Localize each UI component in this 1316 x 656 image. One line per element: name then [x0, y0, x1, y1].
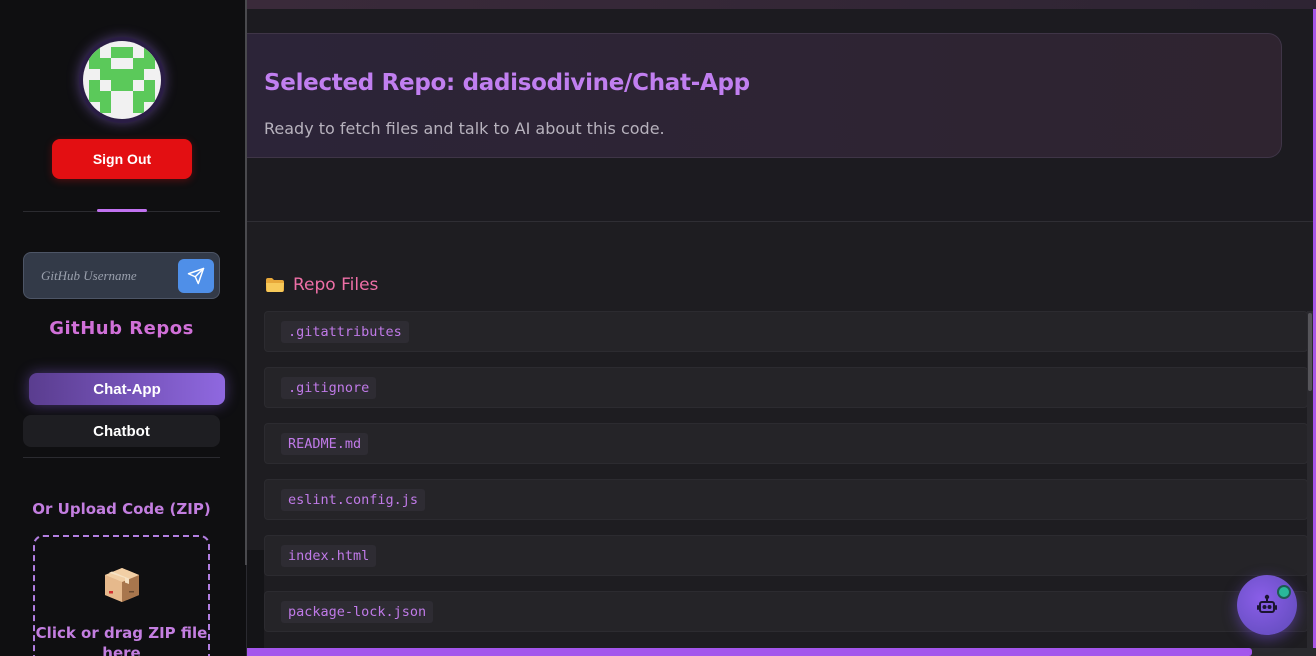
file-name: index.html [281, 545, 377, 567]
robot-icon [1257, 594, 1277, 613]
divider [23, 457, 220, 458]
repo-files-title: Repo Files [293, 275, 379, 295]
horizontal-scroll-thumb[interactable] [247, 648, 1252, 656]
file-name: .gitignore [281, 377, 377, 399]
file-item[interactable]: eslint.config.js [264, 479, 1308, 520]
folder-icon [266, 278, 284, 292]
github-username-input[interactable] [34, 261, 174, 291]
divider-accent [97, 209, 147, 212]
repo-item-chatbot[interactable]: Chatbot [23, 415, 220, 447]
dropzone-text: Click or drag ZIP file here [35, 624, 208, 656]
file-name: eslint.config.js [281, 489, 426, 511]
file-list-scroll-thumb[interactable] [1308, 313, 1312, 391]
file-list: .gitattributes .gitignore README.md esli… [264, 311, 1308, 656]
file-item[interactable]: index.html [264, 535, 1308, 576]
file-item[interactable]: README.md [264, 423, 1308, 464]
avatar [79, 37, 165, 123]
main-content: Selected Repo: dadisodivine/Chat-App Rea… [247, 0, 1316, 656]
file-name: .gitattributes [281, 321, 409, 343]
file-name: README.md [281, 433, 369, 455]
package-icon [105, 568, 139, 602]
panel-shadow [247, 550, 264, 648]
file-name: package-lock.json [281, 601, 434, 623]
file-item[interactable]: package-lock.json [264, 591, 1308, 632]
selected-repo-card: Selected Repo: dadisodivine/Chat-App Rea… [247, 33, 1282, 158]
identicon-avatar-icon [83, 41, 161, 119]
send-button[interactable] [178, 259, 214, 293]
selected-repo-title: Selected Repo: dadisodivine/Chat-App [264, 70, 750, 96]
file-item[interactable]: .gitattributes [264, 311, 1308, 352]
github-username-form [23, 252, 220, 299]
upload-title: Or Upload Code (ZIP) [32, 500, 211, 518]
top-bar [247, 0, 1316, 9]
sign-out-button[interactable]: Sign Out [52, 139, 192, 179]
repo-files-header: Repo Files [265, 274, 378, 296]
send-icon [187, 267, 205, 285]
ai-chat-button[interactable] [1237, 575, 1297, 635]
file-item[interactable]: .gitignore [264, 367, 1308, 408]
selected-repo-subtitle: Ready to fetch files and talk to AI abou… [264, 119, 665, 138]
sidebar: Sign Out GitHub Repos Chat-App Chatbot O… [0, 0, 247, 656]
zip-dropzone[interactable]: Click or drag ZIP file here [33, 535, 210, 656]
github-repos-title: GitHub Repos [49, 318, 194, 339]
online-status-dot [1277, 585, 1291, 599]
repo-item-chat-app[interactable]: Chat-App [29, 373, 225, 405]
